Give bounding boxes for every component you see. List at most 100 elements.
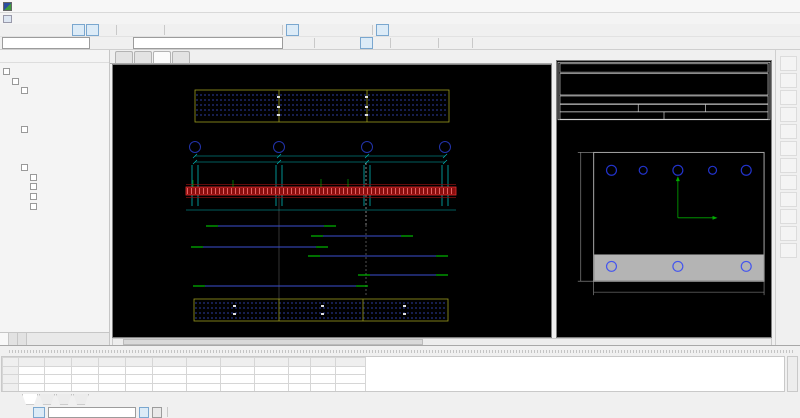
menu-modifica[interactable] <box>27 13 38 24</box>
vertex-tool-icon[interactable] <box>780 175 797 190</box>
menu-proprieta[interactable] <box>93 13 104 24</box>
cell[interactable] <box>99 383 126 392</box>
tree-item-calcestruzzo[interactable] <box>0 77 109 87</box>
tree-item-pilastrata-3[interactable] <box>0 192 109 202</box>
cross-section[interactable] <box>594 152 764 281</box>
marker-icon[interactable] <box>408 37 421 49</box>
bulb-icon[interactable] <box>390 24 403 36</box>
brace-icon[interactable] <box>442 37 455 49</box>
segment-tool-icon[interactable] <box>780 90 797 105</box>
find-icon[interactable] <box>314 24 327 36</box>
cell[interactable] <box>99 366 126 375</box>
menu-attributi[interactable] <box>71 13 82 24</box>
result-tab-slf[interactable] <box>73 394 89 405</box>
cell[interactable] <box>336 383 366 392</box>
cell[interactable] <box>255 375 289 384</box>
pan-icon[interactable] <box>252 24 265 36</box>
select-icon[interactable] <box>286 24 299 36</box>
collapse-icon[interactable] <box>21 164 28 171</box>
line-tool-icon[interactable] <box>780 73 797 88</box>
cell[interactable] <box>72 366 99 375</box>
cell[interactable] <box>187 383 221 392</box>
tree-item-trave-6[interactable] <box>0 105 109 115</box>
beam-elevation-bottom[interactable] <box>194 299 448 321</box>
column-icon[interactable] <box>318 37 331 49</box>
pen-icon[interactable] <box>148 24 161 36</box>
add-icon[interactable] <box>196 24 209 36</box>
tab-relazione[interactable] <box>18 333 27 345</box>
col-header-z2[interactable] <box>72 358 99 367</box>
cell[interactable] <box>221 383 255 392</box>
collapse-icon[interactable] <box>12 78 19 85</box>
drag-handle[interactable] <box>9 350 794 353</box>
collapse-icon[interactable] <box>21 126 28 133</box>
cell[interactable] <box>153 375 187 384</box>
cell[interactable] <box>19 375 45 384</box>
cell[interactable] <box>19 366 45 375</box>
cell[interactable] <box>45 375 72 384</box>
tree-item-pilastrate[interactable] <box>0 163 109 173</box>
tree-item-trave-13[interactable] <box>0 144 109 154</box>
cell[interactable] <box>126 366 153 375</box>
menu-risultati[interactable] <box>115 13 126 24</box>
tab-proprieta[interactable] <box>9 333 18 345</box>
result-tab-taglio[interactable] <box>39 394 55 405</box>
cell[interactable] <box>221 375 255 384</box>
row-header[interactable] <box>3 383 19 392</box>
col-header-trave[interactable] <box>19 358 45 367</box>
cell[interactable] <box>311 375 336 384</box>
folder-icon[interactable] <box>456 37 469 49</box>
redraw-tool-icon[interactable] <box>780 141 797 156</box>
clip-icon[interactable] <box>422 37 435 49</box>
help-icon[interactable] <box>404 24 417 36</box>
column-lines[interactable] <box>192 165 448 206</box>
cell[interactable] <box>311 366 336 375</box>
sign-icon[interactable] <box>298 37 311 49</box>
angle-tool-icon[interactable] <box>780 158 797 173</box>
cut-tool-icon[interactable] <box>780 192 797 207</box>
check-table-icon[interactable] <box>284 37 297 49</box>
menu-strumenti[interactable] <box>82 13 93 24</box>
cell[interactable] <box>72 383 99 392</box>
view-section-icon[interactable] <box>86 24 99 36</box>
tree-item-pilastrata-2[interactable] <box>0 182 109 192</box>
min-button[interactable] <box>152 407 162 418</box>
cell[interactable] <box>45 383 72 392</box>
max-button[interactable] <box>139 407 149 418</box>
window-zoom-icon[interactable] <box>266 24 279 36</box>
cell[interactable] <box>45 366 72 375</box>
bulb-on-icon[interactable] <box>376 24 389 36</box>
cell[interactable] <box>336 375 366 384</box>
flag-icon[interactable] <box>91 37 104 49</box>
tree-item-pilastrata-1[interactable] <box>0 173 109 183</box>
cell[interactable] <box>289 375 311 384</box>
mirror-tool-icon[interactable] <box>780 226 797 241</box>
diagram-a-icon[interactable] <box>18 407 30 418</box>
zoom-in-icon[interactable] <box>224 24 237 36</box>
expand-icon[interactable] <box>30 203 37 210</box>
table-view-icon[interactable] <box>168 24 181 36</box>
menu-file[interactable] <box>16 13 27 24</box>
section-view-panel[interactable] <box>556 60 772 338</box>
col-header-mdr[interactable] <box>187 358 221 367</box>
row-header[interactable] <box>3 366 19 375</box>
expand-icon[interactable] <box>30 183 37 190</box>
remove-icon[interactable] <box>210 24 223 36</box>
chart-icon[interactable] <box>342 24 355 36</box>
col-header-errori[interactable] <box>336 358 366 367</box>
cell[interactable] <box>187 366 221 375</box>
print-icon[interactable] <box>44 24 57 36</box>
cell[interactable] <box>289 383 311 392</box>
results-table[interactable] <box>2 357 366 392</box>
tree-item-modello[interactable] <box>0 67 109 77</box>
context-help-icon[interactable] <box>100 24 113 36</box>
collapse-icon[interactable] <box>3 68 10 75</box>
expand-icon[interactable] <box>30 193 37 200</box>
draw-icon[interactable] <box>120 24 133 36</box>
main-drawing[interactable] <box>113 65 551 337</box>
cell[interactable] <box>289 366 311 375</box>
section-drawing[interactable] <box>557 61 771 337</box>
tree-item-travata-2[interactable] <box>0 125 109 135</box>
row-header[interactable] <box>3 375 19 384</box>
doc-tab-modello[interactable] <box>115 51 133 63</box>
